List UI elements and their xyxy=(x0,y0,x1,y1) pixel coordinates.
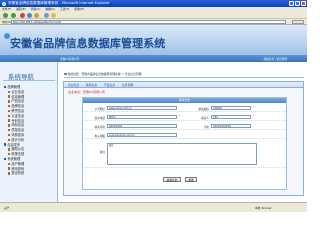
sidebar-item-label: 信息管理 xyxy=(11,94,25,99)
website-input[interactable]: www.xxxxx.com.cn xyxy=(107,105,177,110)
site-banner: 安徽省品牌信息数据库管理系统 xyxy=(0,25,307,55)
form-row: 联系传真 XXXXXXXX 手机 XXXXXXXXXXX xyxy=(83,122,286,130)
form-row: 备注 备注 xyxy=(83,140,286,168)
company-name: 安徽XX有限公司 xyxy=(60,58,80,61)
maximize-icon[interactable] xyxy=(295,1,300,6)
menu-tools[interactable]: 工具(T) xyxy=(60,7,70,11)
fax-label: 联系传真 xyxy=(94,125,105,129)
divider xyxy=(64,77,304,78)
sidebar-item-label: 认证信息 xyxy=(11,113,25,118)
status-bar: 完毕 本地 Intranet xyxy=(0,202,307,212)
sidebar-item-label: 质量信息 xyxy=(11,128,25,133)
postcode-label: 邮政编码 xyxy=(198,107,209,111)
form-row: 联系电话 0551- * 联系人 XXX * xyxy=(83,113,286,121)
required-mark: * xyxy=(253,115,255,119)
address-input[interactable]: http://192.168.1.100/app/MainForm.htm xyxy=(11,20,286,24)
sidebar-item-label: 退出系统 xyxy=(11,171,25,176)
menu-edit[interactable]: 编辑(E) xyxy=(16,7,26,11)
menu-help[interactable]: 帮助(H) xyxy=(74,7,84,11)
contact-form: 联系方式 公司网址 www.xxxxx.com.cn 邮政编码 230001 *… xyxy=(82,97,287,190)
panel-title: 企业信息：安徽XX有限公司 xyxy=(68,90,106,94)
go-button[interactable] xyxy=(292,20,304,24)
stop-icon[interactable] xyxy=(20,13,25,18)
sidebar-item-label: 企业信息 xyxy=(11,89,25,94)
submit-button[interactable]: 提交信息 xyxy=(163,177,181,182)
sidebar-item-label: 产品信息 xyxy=(11,99,25,104)
sidebar-item-label: 品牌管理 xyxy=(7,85,21,89)
tab-contact-info[interactable]: 联系信息 xyxy=(86,83,97,87)
sidebar-item[interactable]: 退出系统 xyxy=(4,171,24,176)
phone-label: 联系电话 xyxy=(94,116,105,120)
window-controls xyxy=(289,1,306,6)
postcode-input[interactable]: 230001 xyxy=(211,105,251,110)
menu-file[interactable]: 文件(F) xyxy=(2,7,11,11)
ie-logo-icon xyxy=(2,1,6,6)
website-label: 公司网址 xyxy=(94,107,105,111)
tab-company-info[interactable]: 企业信息 xyxy=(68,83,79,87)
minimize-icon[interactable] xyxy=(289,1,294,6)
site-title: 安徽省品牌信息数据库管理系统 xyxy=(10,37,166,50)
form-row: 电子邮箱 xxxxx@xxxxx.com.cn xyxy=(83,131,286,139)
sidebar-item-label: 消费投诉 xyxy=(11,132,25,137)
fax-input[interactable]: XXXXXXXX xyxy=(107,123,177,128)
content-panel: 企业信息 联系信息 产品信息 信息管理 企业信息：安徽XX有限公司 联系方式 公… xyxy=(63,81,304,196)
menu-view[interactable]: 查看(V) xyxy=(31,7,41,11)
browser-toolbar xyxy=(0,12,307,19)
breadcrumb: 当前位置：安徽省品牌信息数据库管理系统 > 企业信息管理 xyxy=(64,72,142,76)
note-textarea[interactable]: 备注 xyxy=(107,143,257,165)
contact-input[interactable]: XXX xyxy=(211,114,251,119)
home-icon[interactable] xyxy=(34,13,39,18)
sidebar-item-label: 统计分析 xyxy=(11,137,25,142)
form-row: 公司网址 www.xxxxx.com.cn 邮政编码 230001 * xyxy=(83,104,286,112)
phone-input[interactable]: 0551- xyxy=(107,114,177,119)
required-mark: * xyxy=(179,115,181,119)
email-label: 电子邮箱 xyxy=(94,134,105,138)
back-icon[interactable] xyxy=(3,13,8,18)
tab-info-manage[interactable]: 信息管理 xyxy=(122,83,133,87)
contact-label: 联系人 xyxy=(201,116,209,120)
window-title-bar: 安徽省品牌信息数据库管理系统 - Microsoft Internet Expl… xyxy=(0,0,307,7)
form-buttons: 提交信息 重置 xyxy=(83,175,286,185)
sidebar-item-label: 用户管理 xyxy=(11,161,25,166)
divider xyxy=(3,80,55,81)
location-icon xyxy=(64,72,67,76)
search-icon[interactable] xyxy=(44,13,49,18)
sidebar-item-label: 商标信息 xyxy=(11,123,25,128)
email-input[interactable]: xxxxx@xxxxx.com.cn xyxy=(107,132,177,137)
note-label: 备注 xyxy=(99,151,105,154)
sidebar-nav: 品牌管理 企业信息 信息管理 产品信息 品牌信息 荣誉信息 认证信息 专利信息 商标信息 质量信息… xyxy=(4,85,24,176)
favorites-icon[interactable] xyxy=(51,13,56,18)
sidebar: 系统导航 品牌管理 企业信息 信息管理 产品信息 品牌信息 荣誉信息 认证信息 专利信息 商标信… xyxy=(0,62,58,202)
address-label: 地址(D) xyxy=(2,20,12,24)
forward-icon[interactable] xyxy=(11,13,16,18)
security-zone: 本地 Intranet xyxy=(255,207,272,210)
required-mark: * xyxy=(253,106,255,110)
sidebar-item-label: 系统管理 xyxy=(7,156,21,161)
main-content: 当前位置：安徽省品牌信息数据库管理系统 > 企业信息管理 企业信息 联系信息 产… xyxy=(60,62,307,202)
menu-favorites[interactable]: 收藏(A) xyxy=(45,7,55,11)
tab-product-info[interactable]: 产品信息 xyxy=(104,83,115,87)
sidebar-item-label: 通知公告 xyxy=(11,147,25,152)
sidebar-item-label: 政策法规 xyxy=(11,152,25,157)
info-bar: 安徽XX有限公司 | 系统首页 | 退出管理 xyxy=(0,55,307,62)
window-title: 安徽省品牌信息数据库管理系统 - Microsoft Internet Expl… xyxy=(8,1,110,5)
mobile-input[interactable]: XXXXXXXXXXX xyxy=(211,123,251,128)
mobile-label: 手机 xyxy=(203,125,209,129)
refresh-icon[interactable] xyxy=(27,13,32,18)
sidebar-item-label: 荣誉信息 xyxy=(11,108,25,113)
panel-tabs: 企业信息 联系信息 产品信息 信息管理 xyxy=(64,82,303,88)
sidebar-item-label: 修改密码 xyxy=(11,166,25,171)
sidebar-item-label: 品牌信息 xyxy=(11,104,25,109)
sidebar-item-label: 信息发布 xyxy=(7,142,21,147)
close-icon[interactable] xyxy=(301,1,306,6)
form-heading: 联系方式 xyxy=(83,98,286,103)
header-links[interactable]: | 系统首页 | 退出管理 xyxy=(262,57,287,61)
breadcrumb-text: 当前位置：安徽省品牌信息数据库管理系统 > 企业信息管理 xyxy=(67,72,142,76)
reset-button[interactable]: 重置 xyxy=(185,177,197,182)
status-text: 完毕 xyxy=(4,207,10,210)
sidebar-item-label: 专利信息 xyxy=(11,118,25,123)
